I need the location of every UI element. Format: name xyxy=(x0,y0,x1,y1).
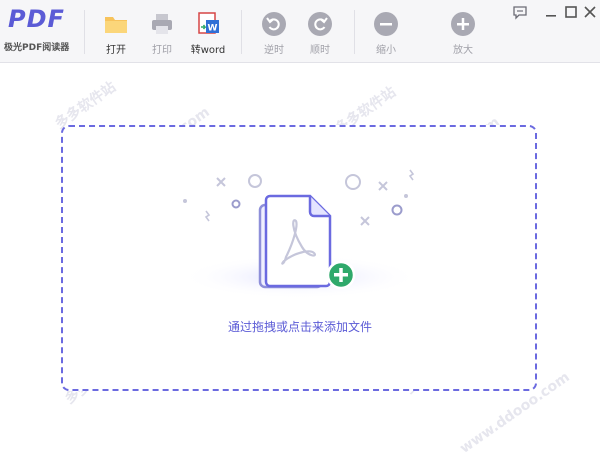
rotate-ccw-icon xyxy=(262,12,286,36)
zoom-in-icon xyxy=(451,12,475,36)
convert-to-word-button[interactable]: W 转word xyxy=(188,8,228,56)
feedback-icon[interactable] xyxy=(512,4,528,20)
zoom-in-button[interactable]: 放大 xyxy=(443,8,483,56)
circle-decoration xyxy=(391,204,403,216)
rotate-cw-icon xyxy=(308,12,332,36)
convert-to-word-label: 转word xyxy=(190,45,226,56)
zoom-in-label: 放大 xyxy=(453,45,473,56)
rotate-ccw-label: 逆时 xyxy=(264,45,284,56)
circle-decoration xyxy=(345,174,361,190)
svg-text:W: W xyxy=(208,24,218,34)
maximize-icon[interactable] xyxy=(563,4,579,20)
cross-decoration xyxy=(360,216,370,226)
add-file-illustration[interactable] xyxy=(170,165,430,305)
close-icon[interactable] xyxy=(582,4,598,20)
zigzag-decoration xyxy=(204,210,211,222)
rotate-cw-button[interactable]: 顺时 xyxy=(300,8,340,56)
drop-hint-text[interactable]: 通过拖拽或点击来添加文件 xyxy=(0,318,600,335)
circle-decoration xyxy=(248,174,262,188)
zoom-out-icon xyxy=(374,12,398,36)
divider xyxy=(241,10,242,54)
rotate-ccw-button[interactable]: 逆时 xyxy=(254,8,294,56)
minimize-icon[interactable] xyxy=(543,4,559,20)
dot-decoration xyxy=(404,194,408,198)
print-button[interactable]: 打印 xyxy=(142,8,182,56)
app-logo: PDF 极光PDF阅读器 xyxy=(0,0,80,62)
logo-mark: PDF xyxy=(8,5,65,33)
open-button[interactable]: 打开 xyxy=(96,8,136,56)
zigzag-decoration xyxy=(408,169,415,181)
zoom-out-button[interactable]: 缩小 xyxy=(366,8,406,56)
cross-decoration xyxy=(216,177,226,187)
divider xyxy=(84,10,85,54)
print-label: 打印 xyxy=(152,45,172,56)
printer-icon xyxy=(152,14,172,34)
app-name: 极光PDF阅读器 xyxy=(4,43,70,53)
word-convert-icon: W xyxy=(198,12,219,34)
open-label: 打开 xyxy=(106,45,126,56)
circle-decoration xyxy=(231,199,241,209)
page-fold xyxy=(308,196,330,218)
rotate-cw-label: 顺时 xyxy=(310,45,330,56)
cross-decoration xyxy=(378,181,388,191)
toolbar: PDF 极光PDF阅读器 打开 打印 W 转word 逆时 顺时 缩小 放大 xyxy=(0,0,600,63)
divider xyxy=(354,10,355,54)
plus-vertical xyxy=(339,268,343,282)
zoom-out-label: 缩小 xyxy=(376,45,396,56)
folder-icon xyxy=(105,17,127,33)
dot-decoration xyxy=(183,199,187,203)
